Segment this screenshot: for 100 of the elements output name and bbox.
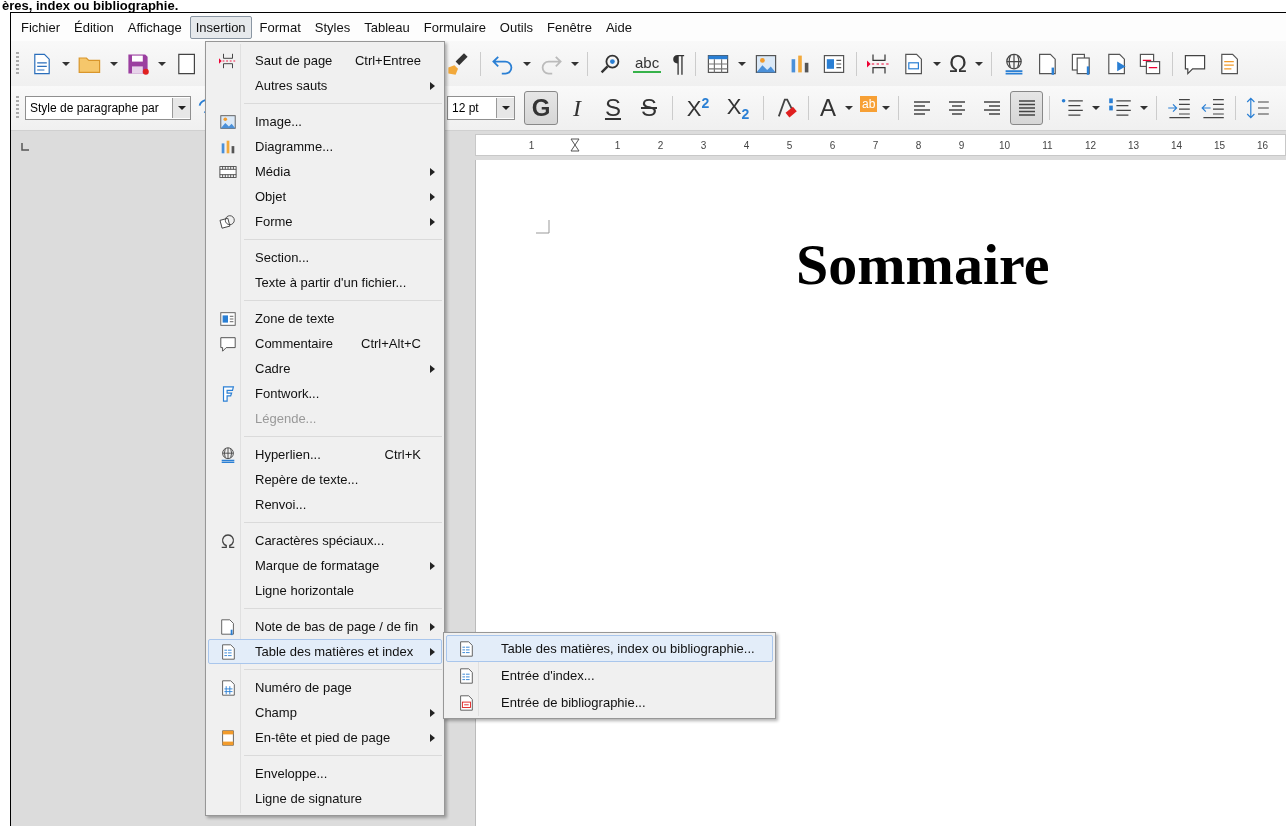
menu-bar-item[interactable]: Fenêtre	[541, 15, 598, 39]
menu-item-label: Cadre	[254, 361, 292, 376]
document-title: Sommaire	[796, 231, 1051, 299]
menu-item[interactable]: Ligne de signature	[208, 786, 442, 811]
shortcut-text: Ctrl+Entree	[354, 53, 421, 68]
paragraph-style-field[interactable]: Style de paragraphe par	[25, 96, 191, 120]
menu-item-label: Caractères spéciaux...	[254, 533, 386, 548]
ruler-number: 1	[613, 139, 622, 151]
menu-item[interactable]: Ligne horizontale	[208, 578, 442, 603]
ruler-number: 5	[785, 139, 794, 151]
ruler-number: 14	[1169, 139, 1184, 151]
menu-item-label: Ligne de signature	[254, 791, 363, 806]
bold-button[interactable]: G	[524, 91, 558, 125]
menu-bar-item[interactable]: Outils	[493, 15, 540, 39]
italic-button[interactable]: I	[560, 91, 594, 125]
menu-item-label: Ligne horizontale	[254, 583, 356, 598]
menu-item-label: Texte à partir d'un fichier...	[254, 275, 408, 290]
menu-item-label: Forme	[254, 214, 294, 229]
menu-item[interactable]: Table des matières, index ou bibliographie...	[446, 635, 773, 662]
menu-item-label: Numéro de page	[254, 680, 353, 695]
ruler-number: 12	[1083, 139, 1098, 151]
menu-item[interactable]: Champ	[208, 700, 442, 725]
menu-item[interactable]: En-tête et pied de page	[208, 725, 442, 750]
menu-item-label: Autres sauts	[254, 78, 329, 93]
menu-item-label: Renvoi...	[254, 497, 308, 512]
menu-item[interactable]: Entrée d'index...	[446, 662, 773, 689]
menu-item[interactable]: Diagramme...	[208, 134, 442, 159]
subscript-button[interactable]: X$_{2}$	[719, 91, 757, 125]
menu-item-label: Section...	[254, 250, 311, 265]
font-size-field[interactable]: 12 pt	[447, 96, 515, 120]
menu-item[interactable]: Média	[208, 159, 442, 184]
menu-bar-item[interactable]: Formulaire	[417, 15, 492, 39]
menu-item-label: Enveloppe...	[254, 766, 329, 781]
menu-item[interactable]: Saut de page Ctrl+Entree	[208, 48, 442, 73]
menu-bar-item[interactable]: Aide	[599, 15, 638, 39]
special-character-button[interactable]: Ω	[944, 49, 973, 78]
menu-item-label: Marque de formatage	[254, 558, 381, 573]
menu-item[interactable]: Autres sauts	[208, 73, 442, 98]
menu-bar-item[interactable]: Édition	[68, 15, 120, 39]
shortcut-text: Ctrl+K	[384, 447, 421, 462]
menu-item-label: Repère de texte...	[254, 472, 360, 487]
ruler[interactable]: 1 1 2 3 4 5 6 7 8 9 10 11 12 13 14 15 16	[475, 134, 1286, 156]
menu-item[interactable]: Entrée de bibliographie...	[446, 689, 773, 716]
underline-button[interactable]: S	[596, 91, 630, 125]
menu-item-label: Table des matières, index ou bibliographie...	[500, 641, 756, 656]
menu-item[interactable]: Note de bas de page / de fin	[208, 614, 442, 639]
ruler-number: 13	[1126, 139, 1141, 151]
menu-item-label: Table des matières et index	[254, 644, 415, 659]
menu-item[interactable]: Hyperlien... Ctrl+K	[208, 442, 442, 467]
ruler-number: 6	[828, 139, 837, 151]
ruler-number: 16	[1255, 139, 1270, 151]
menu-item[interactable]: Fontwork...	[208, 381, 442, 406]
menu-item[interactable]: Commentaire Ctrl+Alt+C	[208, 331, 442, 356]
ruler-number: 9	[957, 139, 966, 151]
formatting-marks-button[interactable]: ¶	[667, 49, 691, 78]
menu-item[interactable]: Section...	[208, 245, 442, 270]
menu-bar-item[interactable]: Styles	[308, 15, 357, 39]
menu-item-label: Légende...	[254, 411, 318, 426]
menu-item-label: Commentaire	[254, 336, 335, 351]
menu-bar-item[interactable]: Insertion	[189, 15, 252, 39]
menu-item[interactable]: Renvoi...	[208, 492, 442, 517]
menu-item[interactable]: Cadre	[208, 356, 442, 381]
strike-button[interactable]: S	[632, 91, 666, 125]
menu-item-label: Média	[254, 164, 292, 179]
ruler-number: 8	[914, 139, 923, 151]
superscript-button[interactable]: X$^{2}$	[679, 91, 717, 125]
font-color-button[interactable]: A	[815, 91, 841, 125]
page-heading: ères, index ou bibliographie.	[1, 0, 180, 12]
menu-item-label: En-tête et pied de page	[254, 730, 392, 745]
ruler-number: 7	[871, 139, 880, 151]
menu-item-label: Champ	[254, 705, 298, 720]
menu-item[interactable]: Objet	[208, 184, 442, 209]
ruler-number: 15	[1212, 139, 1227, 151]
menu-item[interactable]: Table des matières et index	[208, 639, 442, 664]
menu-item[interactable]: Numéro de page	[208, 675, 442, 700]
menu-item-label: Diagramme...	[254, 139, 335, 154]
shortcut-text: Ctrl+Alt+C	[361, 336, 421, 351]
menu-item[interactable]: Enveloppe...	[208, 761, 442, 786]
menu-item-label: Fontwork...	[254, 386, 321, 401]
menu-item[interactable]: Texte à partir d'un fichier...	[208, 270, 442, 295]
ruler-number: 4	[742, 139, 751, 151]
menu-bar-item[interactable]: Format	[253, 15, 307, 39]
menu-item-label: Zone de texte	[254, 311, 336, 326]
menu-item-label: Hyperlien...	[254, 447, 322, 462]
ruler-number: 3	[699, 139, 708, 151]
menu-item[interactable]: Zone de texte	[208, 306, 442, 331]
menu-item-label: Entrée de bibliographie...	[500, 695, 647, 710]
menu-bar-item[interactable]: Fichier	[15, 15, 66, 39]
spelling-button[interactable]: abc	[633, 54, 662, 73]
menu-item-label: Image...	[254, 114, 303, 129]
menu-item[interactable]: Repère de texte...	[208, 467, 442, 492]
menu-item[interactable]: Image...	[208, 109, 442, 134]
menu-item[interactable]: Marque de formatage	[208, 553, 442, 578]
menu-item[interactable]: Caractères spéciaux...	[208, 528, 442, 553]
menu-item[interactable]: Forme	[208, 209, 442, 234]
ruler-number: 11	[1041, 139, 1054, 151]
ruler-number: 10	[997, 139, 1012, 151]
menu-bar-item[interactable]: Affichage	[121, 15, 188, 39]
menu-item-label: Entrée d'index...	[500, 668, 596, 683]
menu-bar-item[interactable]: Tableau	[358, 15, 416, 39]
